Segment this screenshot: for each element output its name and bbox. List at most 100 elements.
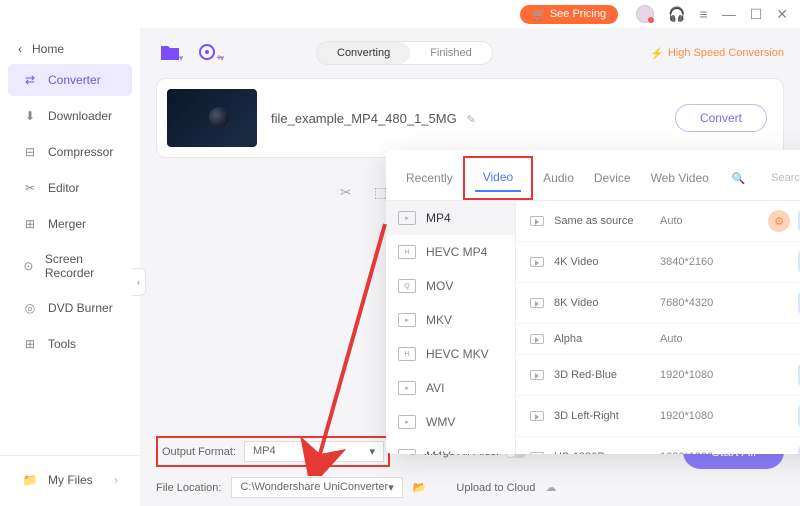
sidebar-item-label: DVD Burner bbox=[48, 301, 113, 315]
home-link[interactable]: ‹ Home bbox=[0, 36, 140, 62]
play-icon bbox=[530, 411, 544, 421]
avatar[interactable] bbox=[636, 5, 654, 23]
play-icon bbox=[530, 216, 544, 226]
output-format-value: MP4 bbox=[253, 445, 276, 458]
search-icon: 🔍 bbox=[721, 166, 755, 191]
format-item-mp4[interactable]: ▸MP4 bbox=[386, 201, 515, 235]
format-label: AVI bbox=[426, 381, 444, 395]
cloud-icon[interactable]: ☁ bbox=[545, 481, 556, 494]
output-format-select[interactable]: MP4 ▾ bbox=[244, 441, 384, 462]
recorder-icon: ⊙ bbox=[22, 258, 35, 274]
preset-row[interactable]: 3D Left-Right1920*1080⧉ bbox=[516, 396, 800, 437]
sidebar-item-my-files[interactable]: 📁My Files› bbox=[8, 464, 132, 496]
sidebar-item-label: My Files bbox=[48, 473, 93, 487]
trim-icon[interactable]: ✂ bbox=[340, 184, 352, 201]
preset-resolution: 1920*1080 bbox=[660, 410, 730, 422]
sidebar-item-converter[interactable]: ⇄ Converter bbox=[8, 64, 132, 96]
add-file-button[interactable]: +▾ bbox=[156, 40, 186, 66]
preset-name: 3D Left-Right bbox=[554, 410, 650, 422]
settings-icon[interactable]: ⚙ bbox=[768, 210, 790, 232]
popup-search[interactable]: 🔍 Search bbox=[721, 166, 800, 191]
sidebar-item-screen-recorder[interactable]: ⊙ Screen Recorder bbox=[8, 244, 132, 288]
preset-name: HD 1080P bbox=[554, 451, 650, 454]
format-item-hevc-mkv[interactable]: HHEVC MKV bbox=[386, 337, 515, 371]
preset-row[interactable]: AlphaAuto bbox=[516, 324, 800, 355]
popup-tab-webvideo[interactable]: Web Video bbox=[641, 165, 719, 191]
see-pricing-label: See Pricing bbox=[550, 8, 606, 20]
editor-icon: ✂ bbox=[22, 180, 38, 196]
format-label: WMV bbox=[426, 415, 455, 429]
preset-row[interactable]: HD 1080P1920*1080⧉ bbox=[516, 437, 800, 454]
popup-tabs: Recently Video Audio Device Web Video 🔍 … bbox=[386, 150, 800, 201]
tab-finished[interactable]: Finished bbox=[410, 42, 492, 64]
sidebar-item-tools[interactable]: ⊞Tools bbox=[8, 328, 132, 360]
popup-tab-recently[interactable]: Recently bbox=[396, 165, 463, 191]
popup-tab-audio[interactable]: Audio bbox=[533, 165, 584, 191]
preset-resolution: Auto bbox=[660, 333, 730, 345]
converter-icon: ⇄ bbox=[22, 72, 38, 88]
format-item-hevc-mp4[interactable]: HHEVC MP4 bbox=[386, 235, 515, 269]
crop-icon[interactable]: ⬚ bbox=[374, 184, 387, 201]
high-speed-conversion[interactable]: ⚡ High Speed Conversion bbox=[650, 47, 784, 60]
add-disc-button[interactable]: +▾ bbox=[196, 40, 226, 66]
format-popup: Recently Video Audio Device Web Video 🔍 … bbox=[386, 150, 800, 454]
preset-resolution: Auto bbox=[660, 215, 730, 227]
video-thumbnail[interactable] bbox=[167, 89, 257, 147]
preset-row[interactable]: Same as sourceAuto⚙⧉ bbox=[516, 201, 800, 242]
see-pricing-button[interactable]: 🛒 See Pricing bbox=[520, 5, 618, 24]
file-location-label: File Location: bbox=[156, 482, 221, 494]
maximize-icon[interactable]: ☐ bbox=[750, 6, 763, 23]
file-title-row: file_example_MP4_480_1_5MG ✎ bbox=[271, 111, 661, 126]
format-label: MP4 bbox=[426, 211, 451, 225]
format-item-mkv[interactable]: ▸MKV bbox=[386, 303, 515, 337]
preset-name: 3D Red-Blue bbox=[554, 369, 650, 381]
sidebar-item-compressor[interactable]: ⊟Compressor bbox=[8, 136, 132, 168]
preset-name: 8K Video bbox=[554, 297, 650, 309]
sidebar-item-dvd-burner[interactable]: ◎DVD Burner bbox=[8, 292, 132, 324]
play-icon bbox=[530, 452, 544, 454]
play-icon bbox=[530, 370, 544, 380]
preset-resolution: 3840*2160 bbox=[660, 256, 730, 268]
compressor-icon: ⊟ bbox=[22, 144, 38, 160]
convert-button[interactable]: Convert bbox=[675, 104, 767, 132]
chevron-right-icon: › bbox=[114, 473, 118, 487]
format-icon: ▸ bbox=[398, 415, 416, 429]
edit-name-icon[interactable]: ✎ bbox=[466, 114, 475, 126]
sidebar-item-label: Downloader bbox=[48, 109, 112, 123]
format-item-m4v[interactable]: ▸M4V bbox=[386, 439, 515, 454]
format-icon: Q bbox=[398, 279, 416, 293]
preset-list: Same as sourceAuto⚙⧉ 4K Video3840*2160⧉ … bbox=[516, 201, 800, 454]
minimize-icon[interactable]: — bbox=[722, 6, 736, 22]
popup-tab-device[interactable]: Device bbox=[584, 165, 641, 191]
file-location-select[interactable]: C:\Wondershare UniConverter ▾ bbox=[231, 477, 402, 498]
open-folder-icon[interactable]: 📂 bbox=[413, 481, 427, 494]
preset-name: 4K Video bbox=[554, 256, 650, 268]
format-item-avi[interactable]: ▸ AVI bbox=[386, 371, 515, 405]
menu-icon[interactable]: ≡ bbox=[700, 6, 708, 22]
sidebar-item-label: Converter bbox=[48, 73, 101, 87]
popup-tab-video-highlight: Video bbox=[463, 156, 533, 200]
support-icon[interactable]: 🎧 bbox=[668, 6, 685, 23]
preset-row[interactable]: 3D Red-Blue1920*1080⧉ bbox=[516, 355, 800, 396]
sidebar-item-merger[interactable]: ⊞Merger bbox=[8, 208, 132, 240]
format-icon: ▸ bbox=[398, 381, 416, 395]
preset-row[interactable]: 8K Video7680*4320⧉ bbox=[516, 283, 800, 324]
format-item-mov[interactable]: Q MOV bbox=[386, 269, 515, 303]
sidebar-item-downloader[interactable]: ⬇ Downloader bbox=[8, 100, 132, 132]
popup-tab-video[interactable]: Video bbox=[475, 164, 521, 192]
merger-icon: ⊞ bbox=[22, 216, 38, 232]
collapse-sidebar-button[interactable]: ‹ bbox=[132, 268, 146, 296]
downloader-icon: ⬇ bbox=[22, 108, 38, 124]
tab-converting[interactable]: Converting bbox=[317, 42, 410, 64]
file-name: file_example_MP4_480_1_5MG bbox=[271, 111, 457, 126]
sidebar-item-label: Screen Recorder bbox=[45, 252, 118, 280]
close-icon[interactable]: ✕ bbox=[776, 6, 788, 23]
cart-icon: 🛒 bbox=[532, 8, 546, 21]
format-item-wmv[interactable]: ▸ WMV bbox=[386, 405, 515, 439]
preset-row[interactable]: 4K Video3840*2160⧉ bbox=[516, 242, 800, 283]
format-icon: ▸ bbox=[398, 449, 416, 454]
play-icon bbox=[530, 298, 544, 308]
sidebar-item-editor[interactable]: ✂Editor bbox=[8, 172, 132, 204]
preset-resolution: 7680*4320 bbox=[660, 297, 730, 309]
format-label: MOV bbox=[426, 279, 453, 293]
